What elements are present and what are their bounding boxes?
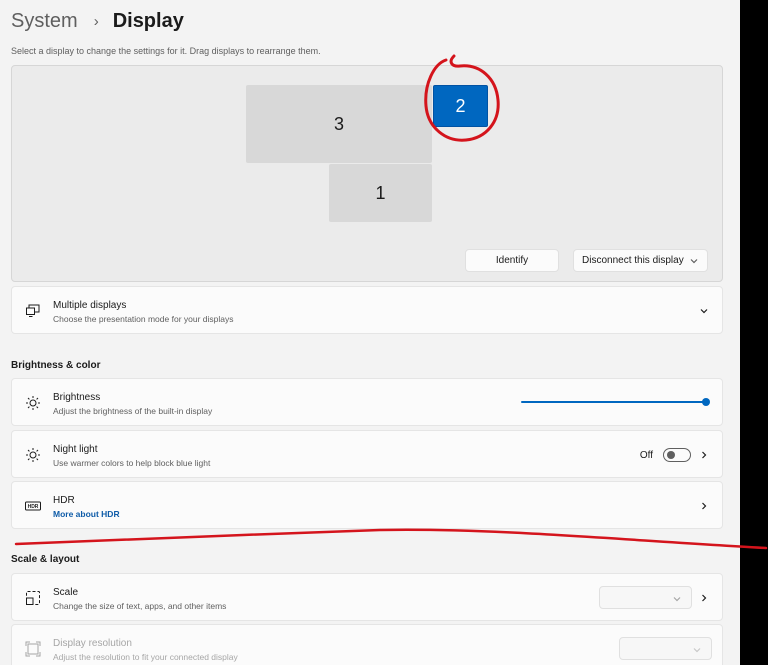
chevron-down-icon — [690, 259, 698, 264]
chevron-right-icon — [702, 451, 707, 459]
brightness-slider-thumb[interactable] — [702, 398, 710, 406]
chevron-down-icon — [673, 597, 681, 602]
screen-edge — [740, 0, 768, 665]
hdr-icon: HDR — [25, 501, 41, 511]
resolution-dropdown — [619, 637, 712, 660]
monitor-2[interactable]: 2 — [433, 85, 488, 127]
brightness-color-heading: Brightness & color — [11, 360, 101, 371]
brightness-subtitle: Adjust the brightness of the built-in di… — [53, 406, 213, 416]
night-light-card[interactable]: Night light Use warmer colors to help bl… — [11, 430, 723, 478]
disconnect-label: Disconnect this display — [582, 255, 684, 266]
multiple-displays-card[interactable]: Multiple displays Choose the presentatio… — [11, 286, 723, 334]
hdr-title: HDR — [53, 495, 75, 506]
scale-layout-heading: Scale & layout — [11, 554, 80, 565]
display-resolution-title: Display resolution — [53, 638, 132, 649]
identify-button[interactable]: Identify — [465, 249, 559, 272]
multiple-displays-icon — [26, 304, 40, 317]
monitor-1[interactable]: 1 — [329, 164, 432, 222]
chevron-down-icon — [693, 648, 701, 653]
night-light-toggle[interactable] — [663, 448, 691, 462]
resolution-icon — [25, 641, 41, 657]
more-about-hdr-link[interactable]: More about HDR — [53, 509, 120, 519]
breadcrumb-separator: › — [93, 12, 99, 30]
scale-card[interactable]: Scale Change the size of text, apps, and… — [11, 573, 723, 621]
chevron-down-icon — [700, 309, 708, 314]
chevron-right-icon — [702, 502, 707, 510]
page-title: Display — [112, 9, 184, 32]
breadcrumb-system[interactable]: System — [11, 10, 78, 33]
brightness-slider-track[interactable] — [521, 401, 707, 403]
scale-title: Scale — [53, 587, 79, 598]
chevron-right-icon — [702, 594, 707, 602]
arrange-hint: Select a display to change the settings … — [11, 46, 321, 56]
multiple-displays-subtitle: Choose the presentation mode for your di… — [53, 314, 234, 324]
monitor-3[interactable]: 3 — [246, 85, 432, 163]
display-resolution-subtitle: Adjust the resolution to fit your connec… — [53, 652, 238, 662]
night-light-subtitle: Use warmer colors to help block blue lig… — [53, 458, 211, 468]
display-arrangement-panel: 3 2 1 Identify Disconnect this display — [11, 54, 723, 282]
night-light-state: Off — [639, 450, 653, 461]
svg-text:HDR: HDR — [28, 504, 39, 510]
brightness-card: Brightness Adjust the brightness of the … — [11, 378, 723, 426]
toggle-knob — [667, 451, 675, 459]
multiple-displays-title: Multiple displays — [53, 300, 127, 311]
disconnect-display-dropdown[interactable]: Disconnect this display — [573, 249, 708, 272]
hdr-card[interactable]: HDR HDR More about HDR — [11, 481, 723, 529]
scale-subtitle: Change the size of text, apps, and other… — [53, 601, 227, 611]
brightness-title: Brightness — [53, 392, 101, 403]
scale-icon — [26, 591, 40, 605]
sun-icon — [26, 396, 40, 410]
breadcrumb: System › Display — [11, 8, 184, 34]
night-light-title: Night light — [53, 444, 98, 455]
scale-dropdown[interactable] — [599, 586, 692, 609]
night-light-icon — [26, 448, 40, 462]
display-resolution-card: Display resolution Adjust the resolution… — [11, 624, 723, 665]
